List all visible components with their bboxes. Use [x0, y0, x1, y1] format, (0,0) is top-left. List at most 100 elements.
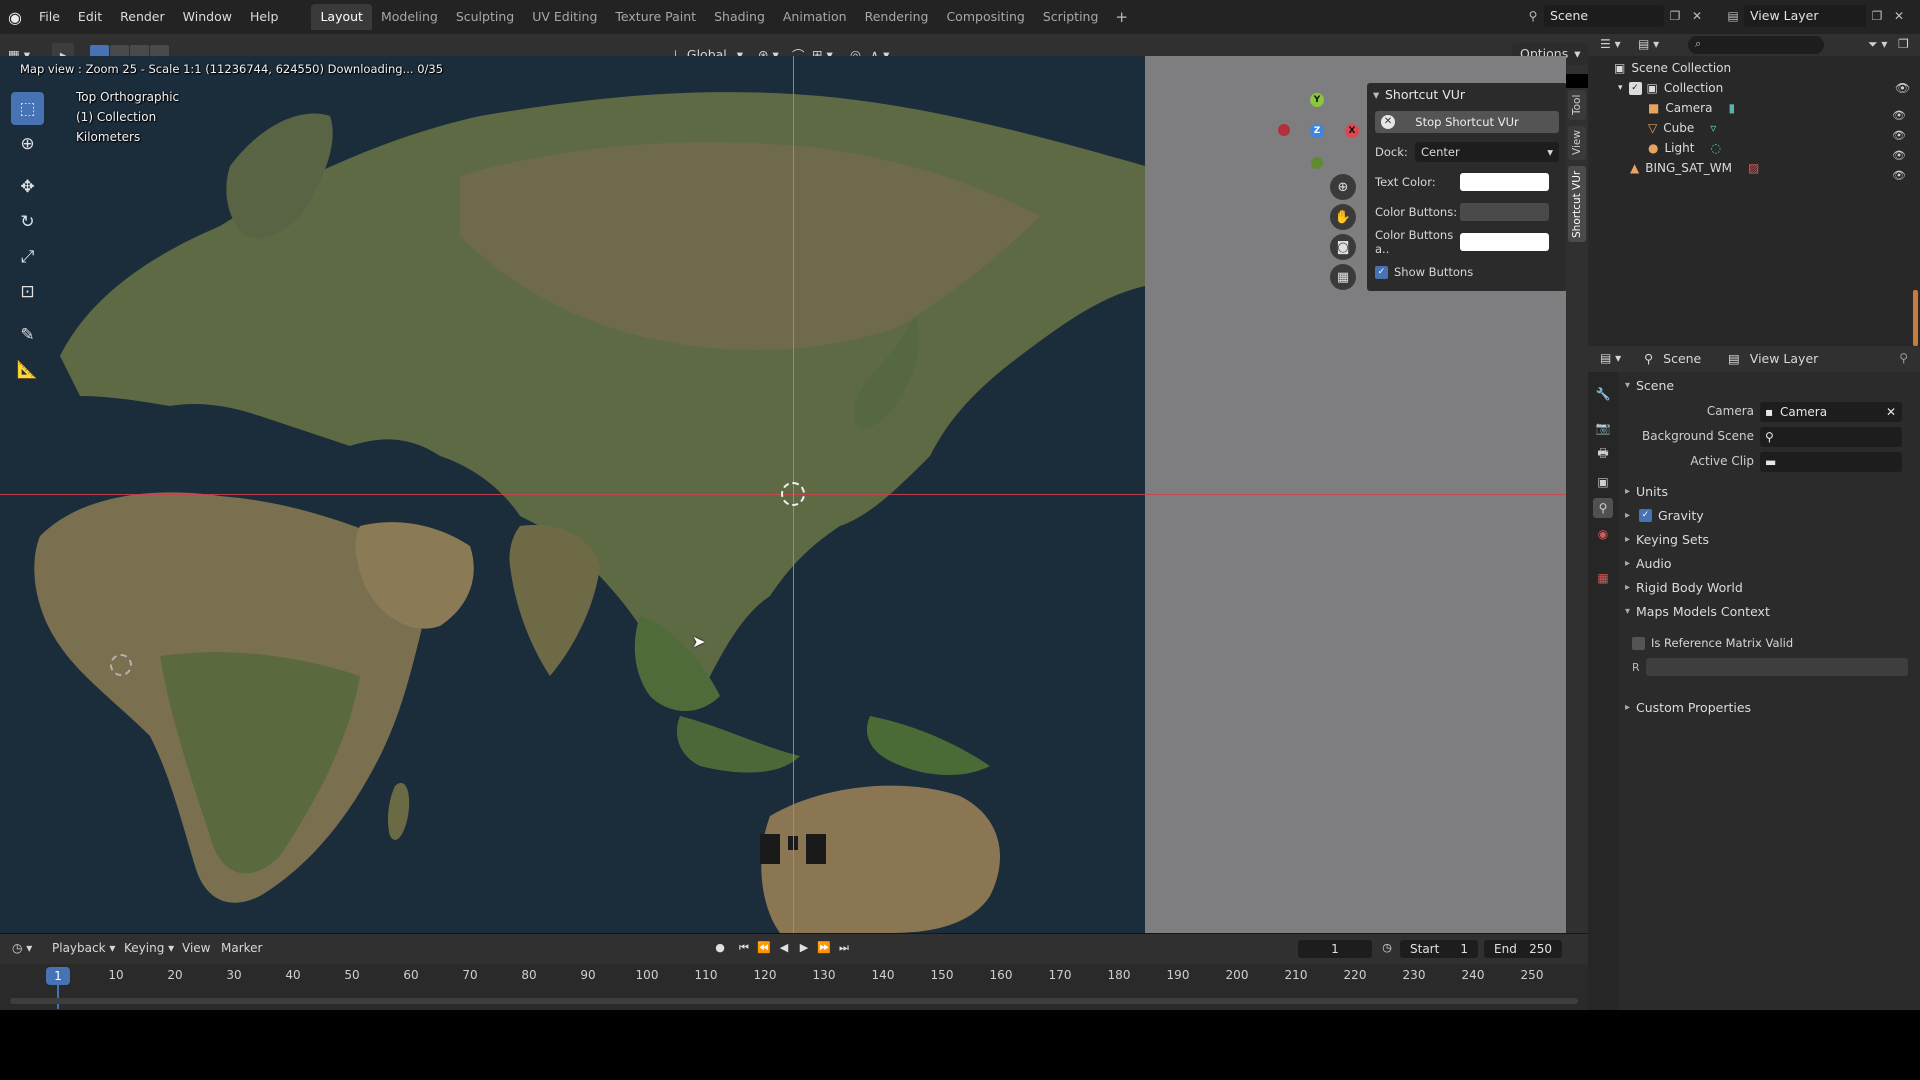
- outliner-search-input[interactable]: ⌕: [1688, 36, 1824, 54]
- tab-modeling[interactable]: Modeling: [372, 4, 447, 30]
- world-properties-icon[interactable]: ◉: [1593, 524, 1613, 544]
- keying-sets-panel-header[interactable]: Keying Sets: [1618, 528, 1920, 552]
- reference-matrix-checkbox[interactable]: [1632, 636, 1645, 650]
- tab-texture-paint[interactable]: Texture Paint: [606, 4, 705, 30]
- outliner-scene-collection[interactable]: ▣ Scene Collection: [1614, 58, 1731, 78]
- rotate-tool-icon[interactable]: ↻: [11, 205, 44, 238]
- timeline-scrollbar[interactable]: [10, 998, 1578, 1004]
- orthographic-grid-icon[interactable]: ▦: [1330, 264, 1356, 290]
- view-layer-selector[interactable]: ▤ View Layer ❐ ✕: [1722, 5, 1910, 27]
- menu-view[interactable]: View: [182, 941, 210, 955]
- color-buttons-a-swatch[interactable]: [1460, 233, 1549, 251]
- visibility-eye-icon[interactable]: 👁: [1895, 78, 1910, 98]
- active-clip-field[interactable]: ▬: [1760, 452, 1902, 472]
- menu-marker[interactable]: Marker: [221, 941, 262, 955]
- menu-help[interactable]: Help: [241, 0, 288, 34]
- text-color-swatch[interactable]: [1460, 173, 1549, 191]
- color-buttons-swatch[interactable]: [1460, 203, 1549, 221]
- gizmo-x-axis[interactable]: X: [1345, 124, 1359, 138]
- tab-scripting[interactable]: Scripting: [1034, 4, 1108, 30]
- view-layer-name-field[interactable]: View Layer: [1744, 5, 1866, 27]
- outliner-editor-type-icon[interactable]: ☰ ▾: [1600, 37, 1621, 51]
- new-collection-icon[interactable]: ❐: [1898, 37, 1909, 51]
- scale-tool-icon[interactable]: ⤢: [11, 240, 44, 273]
- outliner-bing-sat-wm[interactable]: ▲ BING_SAT_WM ▨: [1630, 158, 1759, 178]
- timeline-editor-type-icon[interactable]: ◷ ▾: [12, 941, 32, 955]
- tab-layout[interactable]: Layout: [311, 4, 372, 30]
- playhead[interactable]: 1: [46, 967, 70, 985]
- scene-panel-header[interactable]: Scene: [1618, 374, 1920, 398]
- jump-start-icon[interactable]: ⏮: [735, 941, 753, 957]
- start-frame-field[interactable]: Start 1: [1400, 940, 1478, 958]
- collection-checkbox[interactable]: ✓: [1628, 81, 1642, 95]
- frame-ruler[interactable]: 10 20 30 40 50 60 70 80 90 100 110 120 130 140 150 160 1…: [0, 964, 1588, 988]
- gizmo-y-axis[interactable]: Y: [1310, 93, 1324, 107]
- play-reverse-icon[interactable]: ◀: [775, 941, 793, 957]
- properties-scene-breadcrumb[interactable]: ⚲ Scene: [1644, 351, 1701, 366]
- tab-compositing[interactable]: Compositing: [937, 4, 1033, 30]
- light-visibility-icon[interactable]: 👁: [1892, 146, 1906, 166]
- shortcut-panel-title[interactable]: Shortcut VUr: [1367, 83, 1566, 107]
- play-icon[interactable]: ▶: [795, 941, 813, 957]
- tab-view[interactable]: View: [1568, 126, 1586, 160]
- tab-shortcut-vur[interactable]: Shortcut VUr: [1568, 166, 1586, 242]
- filter-icon[interactable]: ⏷ ▾: [1868, 37, 1887, 52]
- texture-properties-icon[interactable]: ▦: [1593, 568, 1613, 588]
- gravity-panel-header[interactable]: ✓ Gravity: [1618, 504, 1920, 528]
- outliner-cube[interactable]: ▽ Cube ▿: [1648, 118, 1716, 138]
- menu-keying[interactable]: Keying ▾: [124, 941, 174, 955]
- audio-panel-header[interactable]: Audio: [1618, 552, 1920, 576]
- jump-keyframe-back-icon[interactable]: ⏪: [755, 941, 773, 957]
- cube-visibility-icon[interactable]: 👁: [1892, 126, 1906, 146]
- cursor-tool-icon[interactable]: ⊕: [11, 127, 44, 160]
- light-object-icon[interactable]: [110, 654, 132, 676]
- display-mode-icon[interactable]: ▤ ▾: [1638, 37, 1659, 51]
- stop-shortcut-button[interactable]: ✕ Stop Shortcut VUr: [1375, 111, 1559, 133]
- gravity-checkbox[interactable]: ✓: [1639, 509, 1652, 522]
- properties-view-layer-breadcrumb[interactable]: ▤ View Layer: [1728, 351, 1818, 366]
- bing-visibility-icon[interactable]: 👁: [1892, 166, 1906, 186]
- maps-models-context-panel-header[interactable]: Maps Models Context: [1618, 600, 1920, 624]
- scene-name-field[interactable]: Scene: [1544, 5, 1664, 27]
- tool-properties-icon[interactable]: 🔧: [1593, 384, 1613, 404]
- properties-editor-type-icon[interactable]: ▤ ▾: [1600, 351, 1621, 365]
- menu-edit[interactable]: Edit: [69, 0, 111, 34]
- view-layer-properties-icon[interactable]: ▣: [1593, 472, 1613, 492]
- blender-logo-icon[interactable]: ◉: [0, 0, 30, 34]
- output-properties-icon[interactable]: 🖶: [1593, 444, 1613, 464]
- outliner-scrollbar[interactable]: [1913, 290, 1918, 346]
- zoom-icon[interactable]: ⊕: [1330, 174, 1356, 200]
- add-workspace-icon[interactable]: +: [1107, 8, 1136, 26]
- menu-playback[interactable]: Playback ▾: [52, 941, 115, 955]
- background-scene-field[interactable]: ⚲: [1760, 427, 1902, 447]
- pan-hand-icon[interactable]: ✋: [1330, 204, 1356, 230]
- transform-tool-icon[interactable]: ⊡: [11, 275, 44, 308]
- scene-properties-icon[interactable]: ⚲: [1593, 498, 1613, 518]
- gizmo-neg-y-axis[interactable]: [1311, 157, 1323, 169]
- menu-render[interactable]: Render: [111, 0, 174, 34]
- select-box-tool-icon[interactable]: ⬚: [11, 92, 44, 125]
- camera-view-icon[interactable]: ◙: [1330, 234, 1356, 260]
- tab-animation[interactable]: Animation: [774, 4, 856, 30]
- move-tool-icon[interactable]: ✥: [11, 170, 44, 203]
- tab-uv-editing[interactable]: UV Editing: [523, 4, 606, 30]
- rigid-body-world-panel-header[interactable]: Rigid Body World: [1618, 576, 1920, 600]
- outliner-camera[interactable]: ■ Camera ▮: [1648, 98, 1735, 118]
- tab-shading[interactable]: Shading: [705, 4, 774, 30]
- jump-end-icon[interactable]: ⏭: [835, 941, 853, 957]
- gizmo-neg-x-axis[interactable]: [1278, 124, 1290, 136]
- menu-file[interactable]: File: [30, 0, 69, 34]
- outliner-collection[interactable]: ▾ ✓ ▣ Collection 👁: [1618, 78, 1910, 98]
- custom-properties-panel-header[interactable]: Custom Properties: [1618, 696, 1920, 720]
- show-buttons-checkbox[interactable]: ✓: [1375, 265, 1388, 279]
- units-panel-header[interactable]: Units: [1618, 480, 1920, 504]
- render-properties-icon[interactable]: 📷: [1593, 418, 1613, 438]
- matrix-row-field[interactable]: [1646, 658, 1908, 676]
- end-frame-field[interactable]: End 250: [1484, 940, 1562, 958]
- delete-view-layer-icon[interactable]: ✕: [1888, 5, 1910, 27]
- clear-icon[interactable]: ✕: [1886, 402, 1896, 422]
- outliner-light[interactable]: ● Light ◌: [1648, 138, 1721, 158]
- dock-dropdown[interactable]: Center ▾: [1415, 142, 1559, 162]
- 3d-viewport[interactable]: Map view : Zoom 25 - Scale 1:1 (11236744…: [0, 56, 1566, 933]
- tab-tool[interactable]: Tool: [1568, 90, 1586, 120]
